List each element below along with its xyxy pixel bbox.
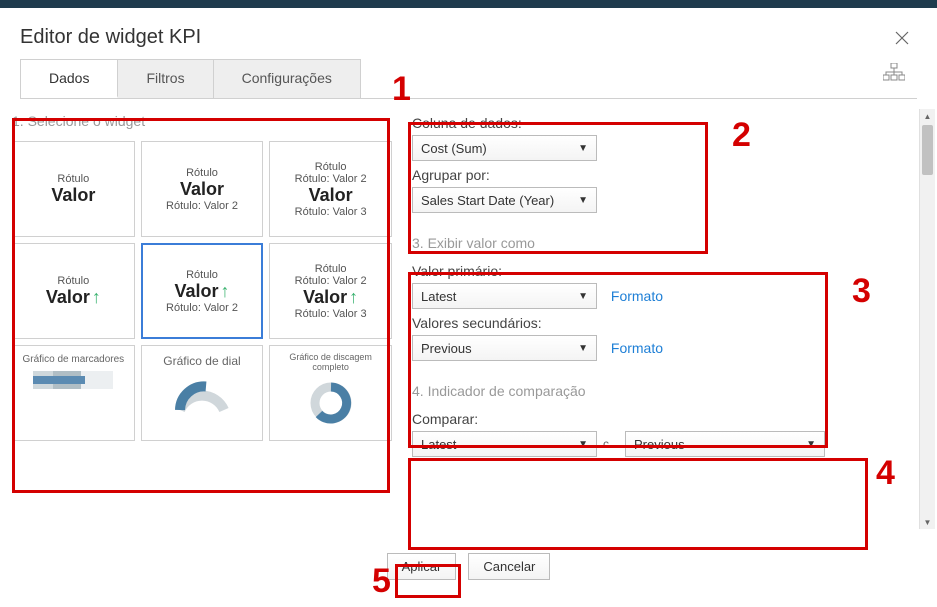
valor-primario-label: Valor primário:	[412, 263, 895, 279]
hierarchy-icon[interactable]	[883, 63, 905, 81]
vertical-scrollbar[interactable]: ▲ ▼	[919, 109, 935, 529]
tile-sub: Rótulo: Valor 2	[166, 302, 238, 314]
step3-title: 3. Exibir valor como	[412, 231, 895, 255]
chevron-down-icon: ▼	[578, 195, 588, 206]
scroll-up-icon[interactable]: ▲	[920, 109, 935, 123]
dialog-body: 1. Selecione o widget Rótulo Valor Rótul…	[0, 99, 937, 539]
coluna-de-dados-select[interactable]: Cost (Sum) ▼	[412, 135, 597, 161]
chevron-down-icon: ▼	[578, 291, 588, 302]
tile-label: Rótulo	[186, 269, 218, 281]
comparar-left-select[interactable]: Latest ▼	[412, 431, 597, 457]
chevron-down-icon: ▼	[578, 143, 588, 154]
tile-label: Gráfico de discagem completo	[274, 352, 387, 372]
tab-filtros[interactable]: Filtros	[118, 60, 213, 98]
tile-value: Valor	[180, 179, 224, 200]
select-value: Sales Start Date (Year)	[421, 193, 554, 208]
comparar-mid-text: c...	[603, 437, 619, 451]
widget-tile-arrow-v2[interactable]: Rótulo Valor Rótulo: Valor 2	[141, 243, 264, 339]
tile-label: Gráfico de dial	[163, 354, 240, 368]
tab-dados[interactable]: Dados	[21, 60, 118, 98]
step3-block: 3. Exibir valor como Valor primário: Lat…	[412, 231, 895, 361]
comparar-label: Comparar:	[412, 411, 895, 427]
tile-label: Rótulo	[186, 167, 218, 179]
tile-label: Rótulo	[315, 263, 347, 275]
scrollbar-thumb[interactable]	[922, 125, 933, 175]
tile-value: Valor	[309, 185, 353, 206]
tabs-row: Dados Filtros Configurações	[0, 59, 937, 98]
widget-tile-arrow-v2-v3[interactable]: Rótulo Rótulo: Valor 2 Valor Rótulo: Val…	[269, 243, 392, 339]
tile-value: Valor	[303, 287, 358, 308]
kpi-widget-editor-dialog: Editor de widget KPI Dados Filtros Confi…	[0, 8, 937, 607]
donut-chart-icon	[306, 378, 356, 428]
tile-label: Rótulo	[315, 161, 347, 173]
step4-title: 4. Indicador de comparação	[412, 379, 895, 403]
dialog-footer: Aplicar Cancelar	[0, 539, 937, 594]
tab-configuracoes[interactable]: Configurações	[214, 60, 360, 98]
valores-secundarios-select[interactable]: Previous ▼	[412, 335, 597, 361]
aplicar-button[interactable]: Aplicar	[387, 553, 457, 580]
widget-tile-full-dial-chart[interactable]: Gráfico de discagem completo	[269, 345, 392, 441]
select-value: Cost (Sum)	[421, 141, 487, 156]
select-value: Latest	[421, 289, 456, 304]
tile-value: Valor	[51, 185, 95, 206]
tabs: Dados Filtros Configurações	[20, 59, 361, 98]
widget-tile-with-v2[interactable]: Rótulo Valor Rótulo: Valor 2	[141, 141, 264, 237]
tile-value: Valor	[46, 287, 101, 308]
scroll-down-icon[interactable]: ▼	[920, 515, 935, 529]
tile-label: Rótulo	[57, 173, 89, 185]
widget-tile-basic[interactable]: Rótulo Valor	[12, 141, 135, 237]
select-value: Latest	[421, 437, 456, 452]
tile-sub: Rótulo: Valor 3	[295, 206, 367, 218]
tile-sub: Rótulo: Valor 2	[295, 173, 367, 185]
chevron-down-icon: ▼	[806, 439, 816, 450]
tile-value: Valor	[174, 281, 229, 302]
cancelar-button[interactable]: Cancelar	[468, 553, 550, 580]
chevron-down-icon: ▼	[578, 343, 588, 354]
widget-tile-with-v2-v3[interactable]: Rótulo Rótulo: Valor 2 Valor Rótulo: Val…	[269, 141, 392, 237]
step2-block: Coluna de dados: Cost (Sum) ▼ Agrupar po…	[412, 115, 895, 213]
valor-primario-select[interactable]: Latest ▼	[412, 283, 597, 309]
app-topbar	[0, 0, 937, 8]
widget-grid: Rótulo Valor Rótulo Valor Rótulo: Valor …	[12, 141, 392, 441]
tile-sub: Rótulo: Valor 2	[295, 275, 367, 287]
step1-title: 1. Selecione o widget	[12, 109, 392, 133]
tile-sub: Rótulo: Valor 3	[295, 308, 367, 320]
widget-tile-arrow[interactable]: Rótulo Valor	[12, 243, 135, 339]
formato-link-secondary[interactable]: Formato	[611, 340, 663, 356]
dialog-title: Editor de widget KPI	[20, 26, 201, 49]
tile-sub: Rótulo: Valor 2	[166, 200, 238, 212]
bullet-chart-icon	[33, 371, 113, 389]
close-icon[interactable]	[887, 27, 917, 49]
formato-link-primary[interactable]: Formato	[611, 288, 663, 304]
comparar-right-select[interactable]: Previous ▼	[625, 431, 825, 457]
dial-chart-icon	[172, 374, 232, 414]
agrupar-por-label: Agrupar por:	[412, 167, 895, 183]
coluna-de-dados-label: Coluna de dados:	[412, 115, 895, 131]
right-column: Coluna de dados: Cost (Sum) ▼ Agrupar po…	[392, 109, 925, 539]
agrupar-por-select[interactable]: Sales Start Date (Year) ▼	[412, 187, 597, 213]
widget-tile-bullet-chart[interactable]: Gráfico de marcadores	[12, 345, 135, 441]
left-column: 1. Selecione o widget Rótulo Valor Rótul…	[12, 109, 392, 539]
widget-tile-dial-chart[interactable]: Gráfico de dial	[141, 345, 264, 441]
tile-label: Gráfico de marcadores	[22, 354, 124, 365]
valores-secundarios-label: Valores secundários:	[412, 315, 895, 331]
chevron-down-icon: ▼	[578, 439, 588, 450]
tile-label: Rótulo	[57, 275, 89, 287]
select-value: Previous	[634, 437, 685, 452]
select-value: Previous	[421, 341, 472, 356]
step4-block: 4. Indicador de comparação Comparar: Lat…	[412, 379, 895, 457]
dialog-header: Editor de widget KPI	[0, 8, 937, 59]
